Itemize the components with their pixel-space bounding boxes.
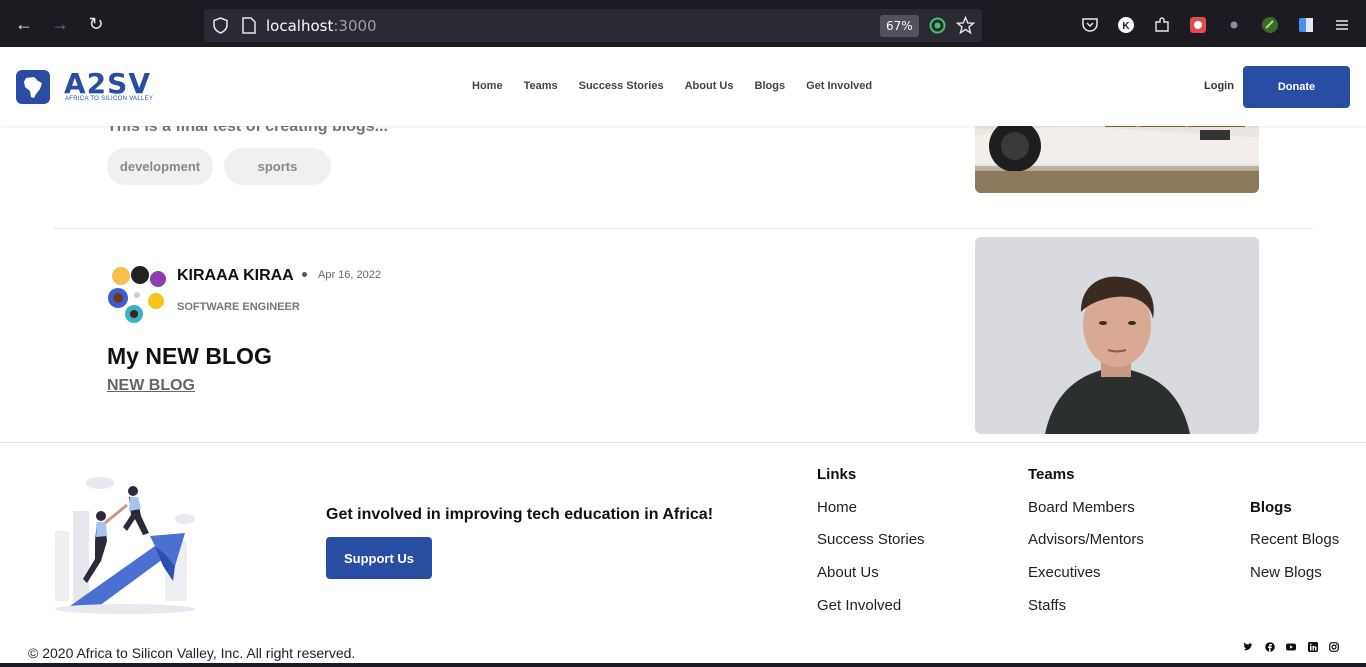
extensions-puzzle-icon[interactable] [1153, 16, 1171, 34]
logo-subtitle: AFRICA TO SILICON VALLEY [65, 96, 154, 102]
avatar[interactable] [107, 264, 167, 324]
footer-cta-text: Get involved in improving tech education… [326, 506, 714, 523]
separator-dot [302, 272, 307, 277]
extension-circle-icon[interactable] [929, 17, 946, 34]
extension-red-icon[interactable] [1189, 16, 1207, 34]
bookmark-star-icon[interactable] [956, 16, 975, 35]
zoom-badge[interactable]: 67% [880, 15, 919, 37]
blog-list: This is a final test of creating blogs..… [0, 126, 1366, 442]
url-text[interactable]: localhost:3000 [266, 17, 377, 35]
footer-link-about-us[interactable]: About Us [817, 564, 879, 581]
address-bar[interactable]: localhost:3000 67% [204, 9, 982, 42]
twitter-icon[interactable] [1243, 642, 1253, 652]
post-date: Apr 16, 2022 [318, 269, 381, 281]
forward-icon[interactable]: → [49, 13, 71, 35]
nav-blogs[interactable]: Blogs [755, 80, 786, 92]
author-role: SOFTWARE ENGINEER [177, 301, 300, 313]
footer-link-executives[interactable]: Executives [1028, 564, 1101, 581]
footer-link-recent-blogs[interactable]: Recent Blogs [1250, 531, 1339, 548]
reload-icon[interactable]: ↻ [85, 13, 107, 35]
main-nav: Home Teams Success Stories About Us Blog… [472, 80, 872, 92]
login-link[interactable]: Login [1204, 80, 1234, 92]
footer-link-board-members[interactable]: Board Members [1028, 499, 1135, 516]
nav-home[interactable]: Home [472, 80, 503, 92]
youtube-icon[interactable] [1286, 642, 1296, 652]
post-excerpt-link[interactable]: NEW BLOG [107, 377, 195, 395]
nav-about-us[interactable]: About Us [685, 80, 734, 92]
window-bottom-edge [0, 663, 1366, 667]
facebook-icon[interactable] [1265, 642, 1275, 652]
site-footer: Get involved in improving tech education… [0, 443, 1366, 667]
instagram-icon[interactable] [1329, 642, 1339, 652]
previous-post-excerpt[interactable]: This is a final test of creating blogs..… [107, 126, 388, 136]
page-icon[interactable] [242, 17, 256, 34]
pocket-icon[interactable] [1081, 16, 1099, 34]
post-title[interactable]: My NEW BLOG [107, 343, 272, 370]
blogs-heading: Blogs [1250, 499, 1292, 516]
footer-link-success-stories[interactable]: Success Stories [817, 531, 925, 548]
extension-blue-icon[interactable] [1297, 16, 1315, 34]
svg-text:K: K [1122, 21, 1130, 32]
links-heading: Links [817, 466, 857, 483]
post-image[interactable] [975, 237, 1259, 434]
post-divider [53, 228, 1313, 229]
author-name[interactable]: KIRAAA KIRAA [177, 267, 294, 285]
menu-icon[interactable] [1333, 16, 1351, 34]
extension-green-icon[interactable] [1261, 16, 1279, 34]
extension-grey-icon[interactable] [1225, 16, 1243, 34]
linkedin-icon[interactable] [1308, 642, 1318, 652]
browser-toolbar: ← → ↻ localhost:3000 67% K [0, 0, 1366, 47]
nav-success-stories[interactable]: Success Stories [579, 80, 664, 92]
shield-icon[interactable] [212, 17, 229, 34]
copyright-text: © 2020 Africa to Silicon Valley, Inc. Al… [28, 645, 356, 661]
support-us-button[interactable]: Support Us [326, 537, 432, 579]
account-k-icon[interactable]: K [1117, 16, 1135, 34]
donate-button[interactable]: Donate [1243, 66, 1350, 108]
nav-teams[interactable]: Teams [524, 80, 558, 92]
previous-post-image[interactable] [975, 126, 1259, 193]
teamwork-illustration [45, 471, 205, 616]
teams-heading: Teams [1028, 466, 1075, 483]
footer-link-get-involved[interactable]: Get Involved [817, 597, 901, 614]
footer-link-staffs[interactable]: Staffs [1028, 597, 1066, 614]
nav-get-involved[interactable]: Get Involved [806, 80, 872, 92]
footer-link-home[interactable]: Home [817, 499, 857, 516]
footer-link-advisors[interactable]: Advisors/Mentors [1028, 531, 1144, 548]
footer-link-new-blogs[interactable]: New Blogs [1250, 564, 1322, 581]
site-header: A2SV AFRICA TO SILICON VALLEY Home Teams… [0, 47, 1366, 126]
back-icon[interactable]: ← [13, 13, 35, 35]
africa-logo-icon[interactable] [16, 70, 50, 104]
tag-development[interactable]: development [107, 148, 213, 185]
tag-sports[interactable]: sports [224, 148, 331, 185]
